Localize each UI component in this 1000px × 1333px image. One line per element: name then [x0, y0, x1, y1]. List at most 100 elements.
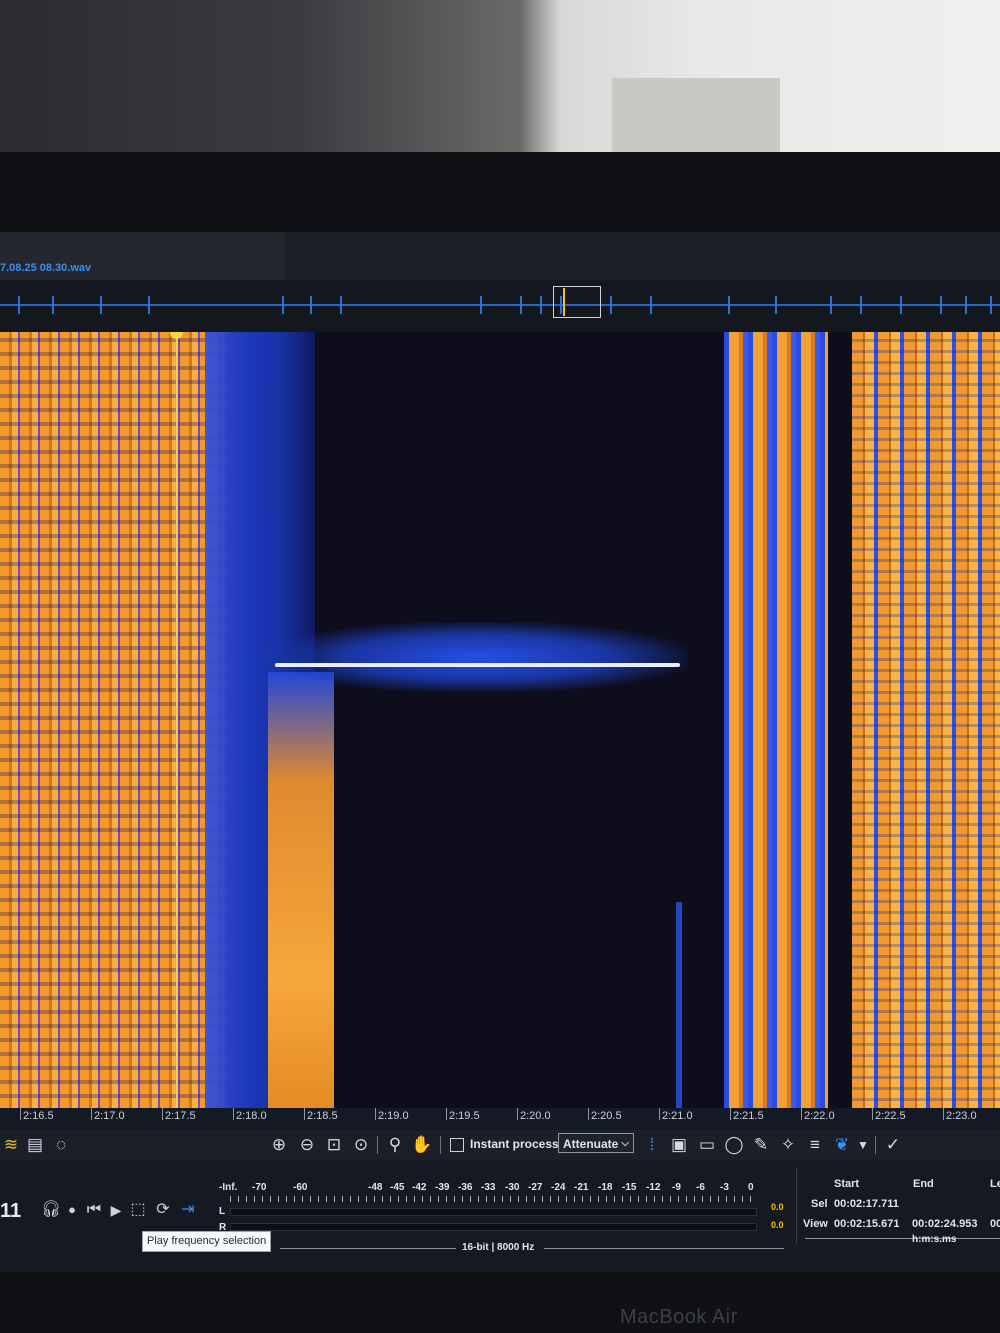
view-length-value[interactable]: 00 [990, 1218, 1000, 1230]
timeline-tick-label: 2:18.5 [307, 1110, 338, 1122]
frequency-selection-icon[interactable]: ▭ [696, 1134, 718, 1156]
overview-peak [860, 296, 862, 314]
meter-scale-label: -60 [293, 1182, 308, 1193]
chevron-down-icon: ⌵ [621, 1138, 629, 1149]
play-frequency-selection-icon[interactable]: ⬚ [127, 1198, 149, 1222]
end-header: End [913, 1178, 934, 1190]
magnify-icon[interactable]: ⚲ [384, 1134, 406, 1156]
harmonic-selection-icon[interactable]: ≡ [804, 1134, 826, 1156]
time-frequency-selection-icon[interactable]: ▣ [668, 1134, 690, 1156]
selection-separator [796, 1168, 797, 1244]
view-start-value[interactable]: 00:02:15.671 [834, 1218, 899, 1230]
overview-peak [775, 296, 777, 314]
speech-region-2 [268, 672, 334, 1112]
magic-wand-icon[interactable]: ✧ [777, 1134, 799, 1156]
overview-peak [52, 296, 54, 314]
skip-back-icon[interactable]: ⏮︎ [83, 1198, 105, 1222]
overview-view-box[interactable] [553, 286, 601, 318]
loop-icon[interactable]: ⟳ [152, 1198, 174, 1222]
meter-right-label: R [219, 1222, 227, 1233]
playhead-line [176, 332, 178, 1112]
meter-scale-label: -15 [622, 1182, 637, 1193]
meter-scale-label: -30 [505, 1182, 520, 1193]
tone-glow [268, 622, 688, 692]
meter-scale-label: -18 [598, 1182, 613, 1193]
play-to-end-icon[interactable]: ⇥ [177, 1198, 199, 1222]
play-icon[interactable]: ▶ [105, 1198, 127, 1222]
timeline-tick-label: 2:17.5 [165, 1110, 196, 1122]
overview-peak [340, 296, 342, 314]
brush-icon[interactable]: ✎ [750, 1134, 772, 1156]
meter-scale-label: -27 [528, 1182, 543, 1193]
timeline-tick-label: 2:16.5 [23, 1110, 54, 1122]
timeline-tick-label: 2:19.5 [449, 1110, 480, 1122]
meter-scale-label: -3 [720, 1182, 729, 1193]
overview-waveform [0, 304, 1000, 306]
zoom-selection-icon[interactable]: ⊙ [350, 1134, 372, 1156]
spectrogram-view[interactable] [0, 332, 1000, 1112]
length-header: Le [990, 1178, 1000, 1190]
meter-scale-label: -70 [252, 1182, 267, 1193]
instant-process-checkbox[interactable] [450, 1138, 464, 1152]
meter-scale-label: -33 [481, 1182, 496, 1193]
meter-scale-label: -21 [574, 1182, 589, 1193]
overview-peak [282, 296, 284, 314]
sel-start-value[interactable]: 00:02:17.711 [834, 1198, 899, 1210]
overview-peak [310, 296, 312, 314]
hand-icon[interactable]: ✋ [411, 1134, 433, 1156]
pencil-curve-icon[interactable]: ✓ [882, 1134, 904, 1156]
overview-peak [830, 296, 832, 314]
time-counter: 11 [0, 1200, 22, 1222]
lasso-icon[interactable]: ◯ [723, 1134, 745, 1156]
meter-scale-label: -24 [551, 1182, 566, 1193]
zoom-out-icon[interactable]: ⊖ [296, 1134, 318, 1156]
waveform-toggle-icon[interactable]: ≋ [0, 1134, 22, 1156]
overview-playhead [563, 288, 565, 316]
status-rule-left [280, 1248, 456, 1249]
meter-scale-label: -48 [368, 1182, 383, 1193]
speech-region-4-overlay [852, 332, 1000, 1112]
overview-peak [900, 296, 902, 314]
view-label: View [803, 1218, 828, 1230]
meter-scale-label: -6 [696, 1182, 705, 1193]
audio-editor-window: 7.08.25 08.30.wav 2:16.5 2:17.0 2:17.5 2:18… [0, 232, 1000, 1272]
speech-region-1-overlay [0, 332, 225, 1112]
timeline-tick-label: 2:20.5 [591, 1110, 622, 1122]
tooltip: Play frequency selection [142, 1231, 272, 1252]
spectrogram-toolbar: ≋ ▤ ◌ ⊕ ⊖ ⊡ ⊙ ⚲ ✋ Instant process Attenu… [0, 1130, 1000, 1160]
tone-line [275, 663, 680, 667]
overview-peak [728, 296, 730, 314]
time-ruler[interactable]: 2:16.5 2:17.0 2:17.5 2:18.0 2:18.5 2:19.0 2:19… [0, 1108, 1000, 1130]
meter-ticks [230, 1196, 755, 1202]
overview-peak [18, 296, 20, 314]
background-room [0, 0, 1000, 160]
speech-region-3 [724, 332, 828, 1112]
time-format[interactable]: h:m:s.ms [912, 1234, 956, 1245]
background-wall-panel [612, 78, 780, 160]
process-mode-select[interactable]: Attenuate ⌵ [558, 1133, 634, 1153]
timeline-tick-label: 2:21.0 [662, 1110, 693, 1122]
toolbar-separator [875, 1136, 876, 1154]
toolbar-separator [377, 1136, 378, 1154]
waveform-icon[interactable]: ❦ [831, 1134, 853, 1156]
dropdown-icon[interactable]: ▼ [852, 1134, 874, 1156]
zoom-in-icon[interactable]: ⊕ [268, 1134, 290, 1156]
zoom-fit-icon[interactable]: ⊡ [323, 1134, 345, 1156]
comment-icon[interactable]: ◌ [50, 1134, 72, 1156]
timeline-tick-label: 2:20.0 [520, 1110, 551, 1122]
view-end-value[interactable]: 00:02:24.953 [912, 1218, 977, 1230]
selection-rule [805, 1238, 1000, 1239]
meter-right-bar [230, 1223, 757, 1231]
meter-scale-label: -39 [435, 1182, 450, 1193]
time-selection-icon[interactable]: ⁞ [641, 1134, 663, 1156]
headphones-icon[interactable]: 🎧︎ [40, 1198, 62, 1222]
transport-panel: 11 🎧︎ ● ⏮︎ ▶ ⬚ ⟳ ⇥ Play frequency select… [0, 1160, 1000, 1272]
record-icon[interactable]: ● [61, 1198, 83, 1222]
overview-peak [480, 296, 482, 314]
overview-peak [650, 296, 652, 314]
meter-left-peak: 0.0 [771, 1202, 784, 1212]
file-tab[interactable]: 7.08.25 08.30.wav [0, 232, 285, 280]
waveform-overview[interactable] [0, 280, 1000, 332]
notes-icon[interactable]: ▤ [24, 1134, 46, 1156]
instant-process-label: Instant process [470, 1137, 559, 1151]
